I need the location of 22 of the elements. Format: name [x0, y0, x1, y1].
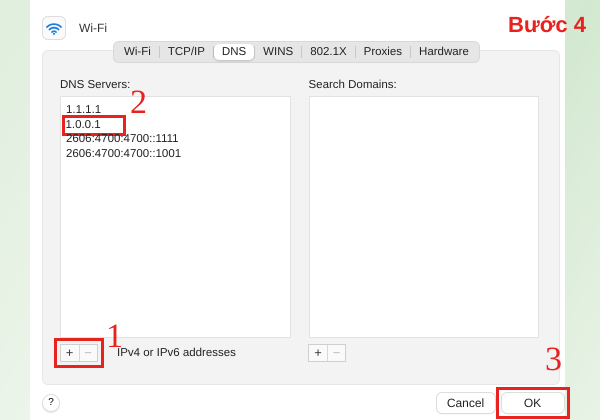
dns-server-entry[interactable]: 2606:4700:4700::1001 [65, 147, 204, 162]
wifi-icon [43, 17, 65, 39]
window-title: Wi-Fi [79, 21, 107, 35]
tab[interactable]: Wi-Fi [116, 44, 159, 60]
list-label: DNS Servers: [60, 79, 132, 91]
tab[interactable]: TCP/IP [160, 44, 213, 60]
hint-text: IPv4 or IPv6 addresses [117, 346, 236, 358]
tab[interactable]: Hardware [411, 44, 477, 60]
ok-button[interactable]: OK [502, 392, 564, 412]
add-button[interactable]: + [309, 344, 327, 360]
help-button[interactable]: ? [42, 394, 60, 412]
tab[interactable]: WINS [255, 44, 302, 60]
tab[interactable]: 802.1X [302, 44, 355, 60]
tab[interactable]: Proxies [356, 44, 410, 60]
tab[interactable]: DNS [214, 44, 254, 60]
step-number: 3 [545, 343, 562, 377]
step-title: Bước 4 [508, 12, 586, 38]
step-number: 2 [130, 86, 147, 120]
cancel-button[interactable]: Cancel [436, 392, 494, 412]
list-label: Search Domains: [308, 79, 398, 91]
dns-server-entry[interactable]: 1.0.0.1 [62, 114, 126, 136]
add-button[interactable]: + [60, 344, 78, 360]
